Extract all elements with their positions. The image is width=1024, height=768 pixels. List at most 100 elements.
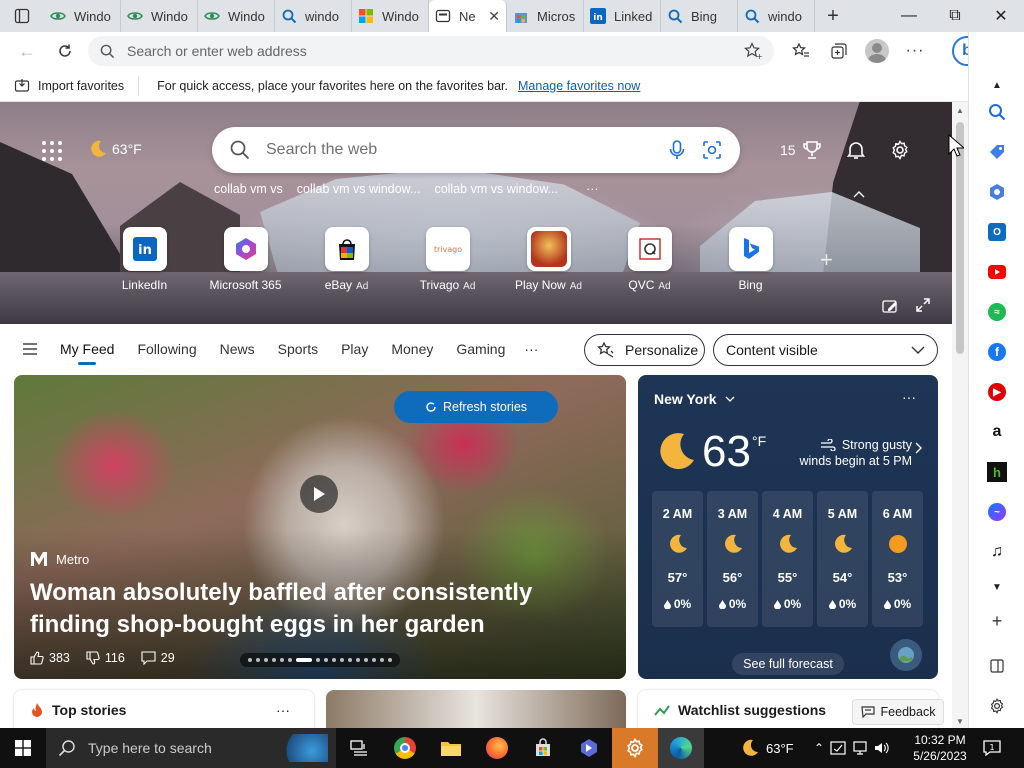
browser-tab[interactable]: Windo [352, 0, 429, 32]
sidebar-tiktok-icon[interactable]: ♫ [986, 541, 1008, 563]
add-favorite-icon[interactable]: + [744, 42, 762, 60]
sidebar-scroll-down-icon[interactable]: ▼ [986, 576, 1008, 598]
hourly-forecast-item[interactable]: 6 AM 53° 0% [872, 491, 923, 627]
scroll-up-arrow-icon[interactable]: ▲ [956, 106, 964, 115]
browser-tab[interactable]: Windo [121, 0, 198, 32]
quick-link-microsoft-365[interactable]: Microsoft 365 [195, 227, 296, 292]
tray-chevron-up-icon[interactable]: ⌃ [814, 741, 824, 755]
feed-more-button[interactable]: ··· [524, 341, 538, 357]
browser-tab[interactable]: Windo [44, 0, 121, 32]
feed-menu-button[interactable] [0, 343, 60, 355]
feed-tab-gaming[interactable]: Gaming [456, 341, 505, 357]
hourly-forecast-item[interactable]: 2 AM 57° 0% [652, 491, 703, 627]
taskbar-chrome-icon[interactable] [382, 728, 428, 768]
sidebar-search-icon[interactable] [986, 101, 1008, 123]
weather-alert[interactable]: Strong gusty winds begin at 5 PM [786, 437, 912, 469]
taskbar-firefox-icon[interactable] [474, 728, 520, 768]
expand-background-button[interactable] [916, 298, 930, 315]
back-button[interactable]: ← [8, 32, 46, 70]
sidebar-add-icon[interactable]: + [986, 610, 1008, 632]
notification-center-button[interactable]: 1 [980, 736, 1004, 760]
notifications-button[interactable] [846, 140, 866, 163]
top-stories-more-button[interactable]: ··· [276, 702, 290, 718]
browser-tab[interactable]: in Linked [584, 0, 661, 32]
profile-button[interactable] [858, 32, 896, 70]
weather-map-icon[interactable] [890, 639, 922, 671]
edit-background-button[interactable] [882, 298, 898, 317]
story-card-image[interactable] [326, 690, 626, 730]
taskbar-settings-icon[interactable] [612, 728, 658, 768]
sidebar-houzz-icon[interactable]: h [986, 461, 1008, 483]
scroll-down-arrow-icon[interactable]: ▼ [956, 717, 964, 726]
favorites-button[interactable] [782, 32, 820, 70]
trending-item[interactable]: collab vm vs window... [434, 182, 558, 196]
start-button[interactable] [0, 728, 46, 768]
hourly-forecast-item[interactable]: 3 AM 56° 0% [707, 491, 758, 627]
web-search-input[interactable] [266, 141, 652, 159]
see-full-forecast-button[interactable]: See full forecast [732, 653, 844, 675]
top-stories-card[interactable]: Top stories ··· [14, 690, 314, 730]
browser-tab[interactable]: Bing [661, 0, 738, 32]
feed-tab-money[interactable]: Money [391, 341, 433, 357]
collapse-hero-button[interactable] [852, 186, 866, 202]
web-search-box[interactable] [212, 127, 740, 173]
quick-link-trivago[interactable]: trivago Trivago Ad [397, 227, 498, 292]
tray-network-icon[interactable] [852, 740, 868, 756]
trending-item[interactable]: collab vm vs window... [297, 182, 421, 196]
story-title[interactable]: Woman absolutely baffled after consisten… [30, 577, 610, 641]
weather-location-selector[interactable]: New York [654, 391, 735, 407]
feed-tab-my-feed[interactable]: My Feed [60, 341, 114, 365]
sidebar-spotify-icon[interactable]: ≈ [986, 301, 1008, 323]
dislike-button[interactable]: 116 [86, 651, 125, 665]
browser-tab[interactable]: windo [738, 0, 815, 32]
quick-link-linkedin[interactable]: in LinkedIn [94, 227, 195, 292]
new-tab-button[interactable]: + [815, 0, 851, 32]
weather-more-button[interactable]: ··· [902, 389, 916, 405]
address-input[interactable] [127, 43, 732, 59]
taskbar-task-view-icon[interactable] [336, 728, 382, 768]
story-source[interactable]: Metro [30, 551, 89, 567]
restore-button[interactable]: ⧉ [932, 0, 978, 32]
feed-tab-news[interactable]: News [220, 341, 255, 357]
comments-button[interactable]: 29 [141, 651, 175, 665]
like-button[interactable]: 383 [30, 651, 70, 665]
browser-tab[interactable]: Micros [507, 0, 584, 32]
quick-link-play-now[interactable]: Play Now Ad [498, 227, 599, 292]
tray-volume-icon[interactable] [874, 740, 890, 756]
weather-mini-button[interactable]: 63°F [86, 138, 142, 160]
quick-link-bing[interactable]: Bing [700, 227, 801, 292]
quick-link-ebay[interactable]: eBay Ad [296, 227, 397, 292]
taskbar-edge-icon[interactable] [658, 728, 704, 768]
sidebar-messenger-icon[interactable]: ~ [986, 501, 1008, 523]
feed-tab-play[interactable]: Play [341, 341, 368, 357]
feedback-button[interactable]: Feedback [852, 699, 944, 725]
sidebar-youtube-music-icon[interactable]: ▶ [986, 381, 1008, 403]
taskbar-store-icon[interactable] [520, 728, 566, 768]
trending-more-button[interactable]: ··· [586, 182, 599, 196]
sidebar-settings-icon[interactable] [986, 695, 1008, 717]
chevron-right-icon[interactable] [915, 441, 922, 457]
sidebar-youtube-icon[interactable] [986, 261, 1008, 283]
feed-tab-following[interactable]: Following [137, 341, 196, 357]
refresh-button[interactable] [46, 32, 84, 70]
close-window-button[interactable]: ✕ [978, 0, 1024, 32]
visual-search-icon[interactable] [702, 140, 722, 160]
browser-tab[interactable]: Windo [198, 0, 275, 32]
play-video-button[interactable] [300, 475, 338, 513]
refresh-stories-button[interactable]: Refresh stories [394, 391, 558, 423]
personalize-button[interactable]: Personalize [584, 334, 705, 366]
featured-story-card[interactable]: Refresh stories Metro Woman absolutely b… [14, 375, 626, 679]
taskbar-clock[interactable]: 10:32 PM 5/26/2023 [908, 732, 972, 764]
sidebar-tools-icon[interactable] [986, 181, 1008, 203]
address-bar[interactable]: + [88, 36, 774, 66]
import-favorites-button[interactable]: Import favorites [14, 75, 140, 96]
taskbar-search-box[interactable]: Type here to search [46, 728, 336, 768]
sidebar-scroll-up-icon[interactable]: ▲ [986, 74, 1008, 96]
add-quick-link-button[interactable]: + [820, 247, 833, 273]
hourly-forecast-item[interactable]: 5 AM 54° 0% [817, 491, 868, 627]
page-scrollbar[interactable]: ▲ ▼ [952, 102, 968, 728]
sidebar-facebook-icon[interactable]: f [986, 341, 1008, 363]
settings-more-button[interactable]: ··· [896, 32, 934, 70]
taskbar-power-automate-icon[interactable] [566, 728, 612, 768]
feed-tab-sports[interactable]: Sports [278, 341, 318, 357]
